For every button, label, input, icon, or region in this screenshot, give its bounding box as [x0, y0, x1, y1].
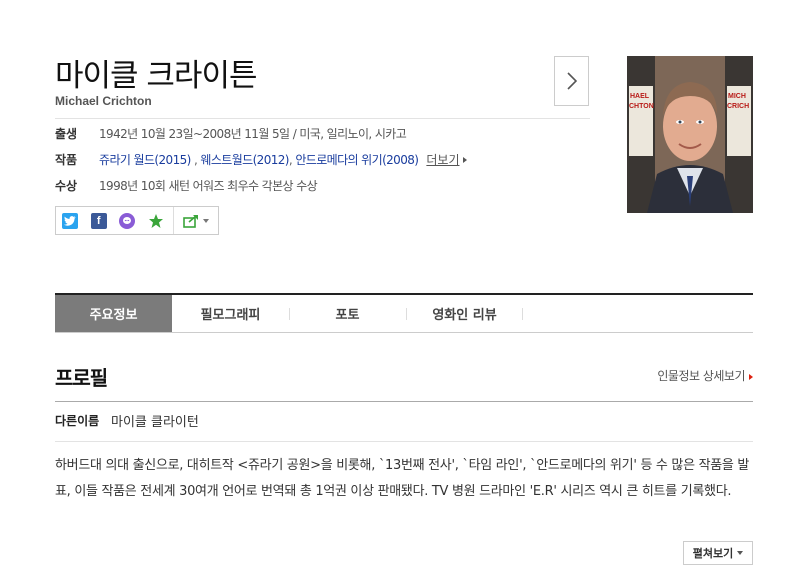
- works-row: 작품 쥬라기 월드(2015) , 웨스트월드(2012), 안드로메다의 위기…: [55, 151, 467, 168]
- divider: [55, 441, 753, 442]
- works-separator: ,: [288, 153, 293, 167]
- expand-button-label: 펼쳐보기: [692, 547, 734, 560]
- share-icon: [183, 214, 198, 228]
- person-name-korean: 마이클 크라이튼: [55, 58, 257, 94]
- profile-section-title: 프로필: [55, 366, 108, 390]
- arrow-right-icon: [749, 373, 753, 380]
- tab-main-info[interactable]: 주요정보: [55, 295, 172, 332]
- alias-row: 다른이름 마이클 클라이턴: [55, 411, 199, 430]
- person-tabs: 주요정보 필모그래피 포토 영화인 리뷰: [55, 293, 753, 333]
- next-person-button[interactable]: [554, 56, 589, 106]
- facebook-share-button[interactable]: f: [84, 207, 112, 234]
- person-detail-link-label: 인물정보 상세보기: [657, 369, 745, 383]
- work-link[interactable]: 쥬라기 월드(2015): [99, 153, 191, 167]
- person-detail-link[interactable]: 인물정보 상세보기: [657, 367, 753, 384]
- divider: [55, 401, 753, 402]
- birth-row: 출생 1942년 10월 23일~2008년 11월 5일 / 미국, 일리노이…: [55, 125, 407, 142]
- facebook-icon: f: [90, 212, 107, 229]
- svg-text:CRICH: CRICH: [727, 103, 749, 110]
- works-separator: ,: [193, 153, 198, 167]
- award-value: 1998년 10회 새턴 어워즈 최우수 각본상 수상: [99, 179, 318, 193]
- star-icon: [148, 213, 163, 228]
- arrow-right-icon: [462, 156, 467, 163]
- person-name-english: Michael Crichton: [55, 94, 152, 108]
- birth-label: 출생: [55, 127, 78, 141]
- tab-photo[interactable]: 포토: [289, 295, 406, 332]
- share-toolbar: f: [55, 206, 219, 235]
- favorite-button[interactable]: [141, 207, 169, 234]
- chevron-right-icon: [566, 72, 577, 90]
- award-label: 수상: [55, 179, 78, 193]
- twitter-share-button[interactable]: [56, 207, 84, 234]
- biography-text: 하버드대 의대 출신으로, 대히트작 <쥬라기 공원>을 비롯해, `13번째 …: [55, 458, 750, 499]
- messenger-icon: [119, 212, 136, 229]
- works-more-link[interactable]: 더보기: [426, 151, 459, 168]
- chevron-down-icon: [202, 218, 209, 223]
- expand-button[interactable]: 펼쳐보기: [683, 541, 753, 565]
- person-photo: HAEL CHTON MICH CRICH: [627, 56, 753, 213]
- divider: [55, 118, 590, 119]
- chevron-down-icon: [737, 551, 744, 555]
- work-link[interactable]: 안드로메다의 위기(2008): [295, 153, 419, 167]
- twitter-icon: [62, 212, 79, 229]
- award-row: 수상 1998년 10회 새턴 어워즈 최우수 각본상 수상: [55, 177, 318, 194]
- tab-reviews[interactable]: 영화인 리뷰: [406, 295, 523, 332]
- work-link[interactable]: 웨스트월드(2012): [200, 153, 289, 167]
- share-menu-button[interactable]: [172, 207, 218, 234]
- svg-text:HAEL: HAEL: [630, 93, 650, 100]
- svg-text:CHTON: CHTON: [629, 103, 654, 110]
- svg-text:MICH: MICH: [728, 93, 746, 100]
- tab-filmography[interactable]: 필모그래피: [172, 295, 289, 332]
- alias-value: 마이클 클라이턴: [111, 415, 199, 430]
- messenger-share-button[interactable]: [113, 207, 141, 234]
- alias-label: 다른이름: [55, 414, 100, 428]
- birth-value: 1942년 10월 23일~2008년 11월 5일 / 미국, 일리노이, 시…: [99, 127, 407, 141]
- works-label: 작품: [55, 153, 78, 167]
